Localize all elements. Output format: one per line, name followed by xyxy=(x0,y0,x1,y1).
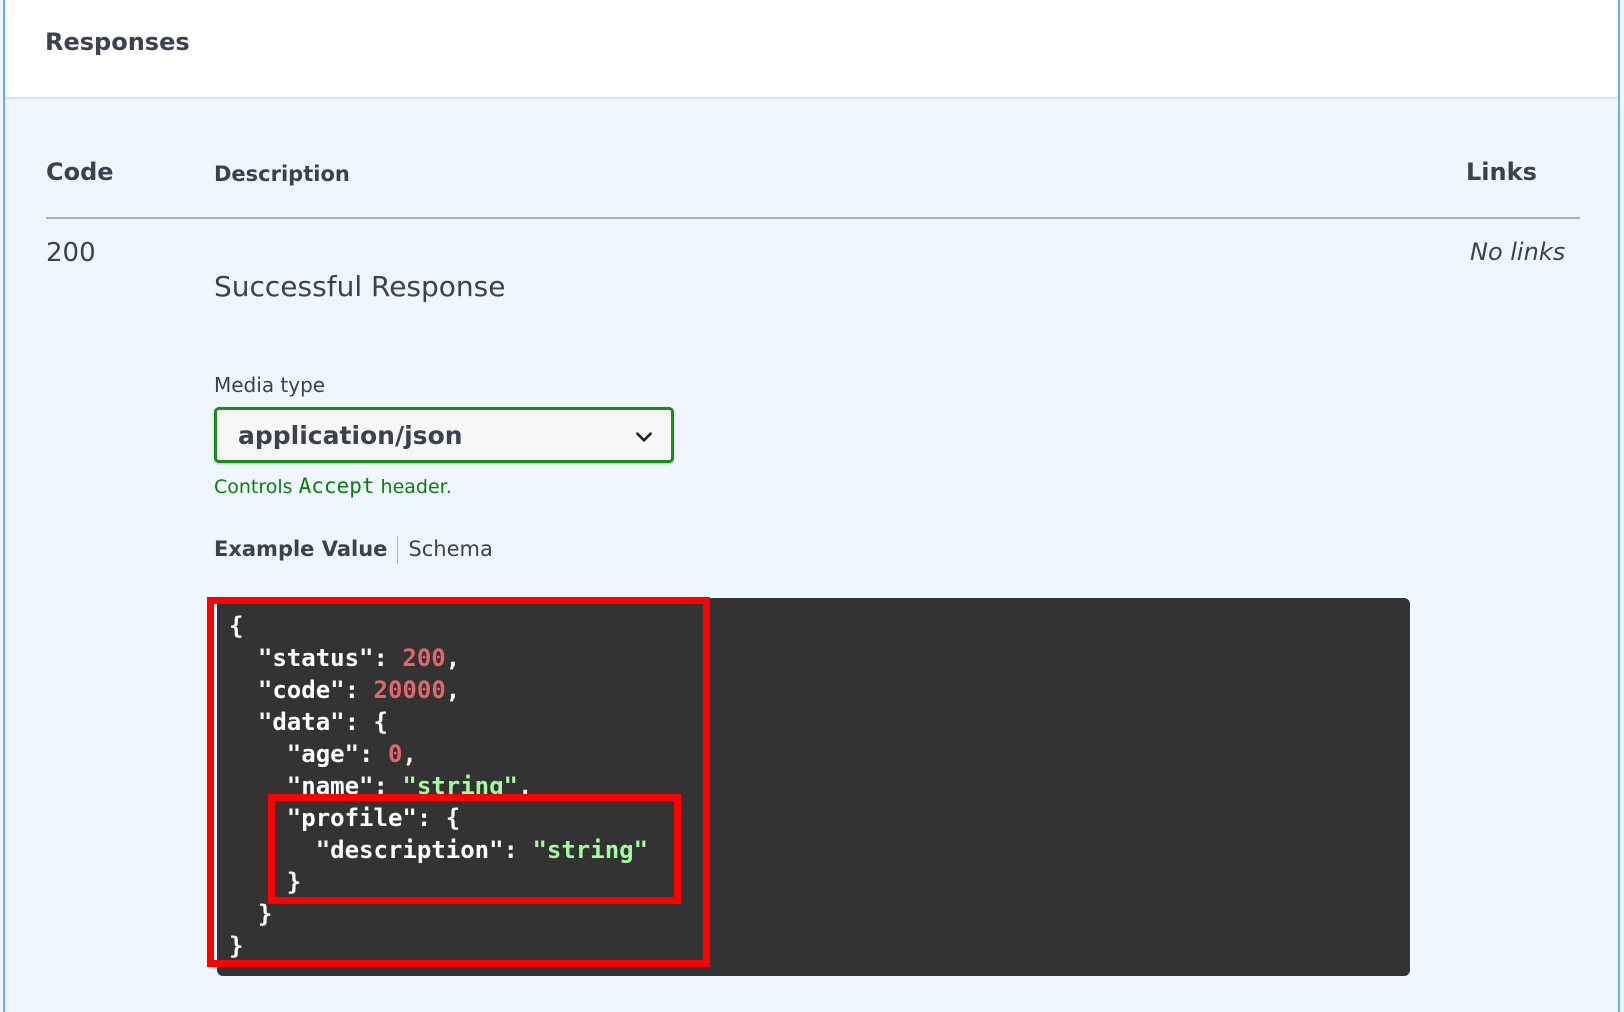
header-divider xyxy=(46,217,1580,219)
responses-header-bar: Responses xyxy=(5,0,1618,98)
media-type-label: Media type xyxy=(214,373,326,397)
accept-code: Accept xyxy=(298,474,375,498)
responses-panel: Responses Code Description Links 200 No … xyxy=(3,0,1620,1012)
column-header-description: Description xyxy=(214,162,350,186)
controls-prefix: Controls xyxy=(214,476,299,498)
section-title: Responses xyxy=(45,28,190,56)
chevron-down-icon xyxy=(636,432,652,442)
response-description: Successful Response xyxy=(214,270,506,303)
controls-accept-hint: Controls Accept header. xyxy=(214,474,452,498)
controls-suffix: header. xyxy=(374,476,452,498)
tab-separator xyxy=(397,536,399,564)
media-type-select[interactable]: application/json xyxy=(214,407,674,463)
column-header-code: Code xyxy=(46,158,114,186)
media-type-value: application/json xyxy=(238,421,463,450)
highlight-box-outer xyxy=(207,597,710,967)
response-links: No links xyxy=(1470,238,1566,266)
column-header-links: Links xyxy=(1466,158,1537,186)
example-schema-tabs: Example Value Schema xyxy=(214,536,493,564)
tab-schema[interactable]: Schema xyxy=(408,537,492,561)
tab-example-value[interactable]: Example Value xyxy=(214,537,387,561)
highlight-box-profile xyxy=(268,794,681,904)
response-code: 200 xyxy=(46,238,96,268)
